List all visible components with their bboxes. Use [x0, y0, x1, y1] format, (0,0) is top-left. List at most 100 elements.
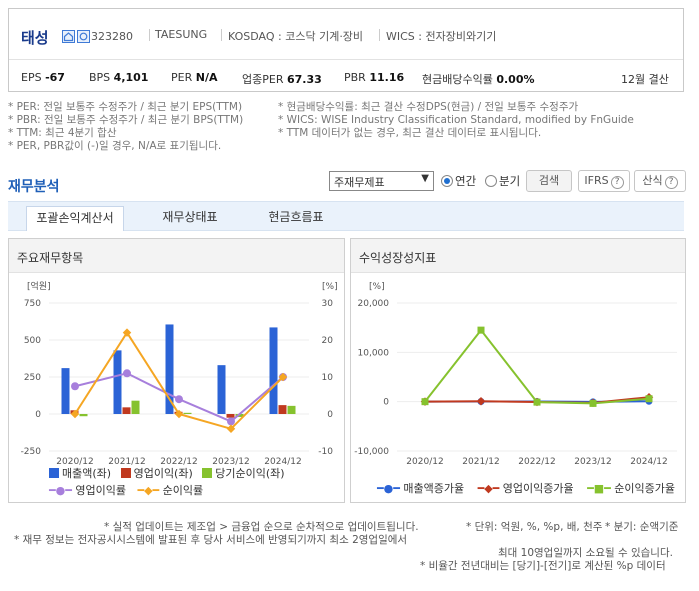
ifrs-button[interactable]: IFRS?	[578, 170, 630, 192]
legend-label: 영업이익증가율	[502, 482, 574, 495]
sector-per-metric: 업종PER 67.33	[242, 71, 322, 87]
y-right-tick-label: 10	[322, 373, 334, 383]
bar	[61, 368, 70, 414]
legend-label: 영업이익률	[75, 484, 126, 497]
legend-label: 당기순이익(좌)	[215, 467, 285, 480]
tab-balance-sheet[interactable]: 재무상태표	[138, 206, 242, 231]
line-point	[123, 369, 131, 378]
y-tick-label: 0	[383, 398, 389, 408]
series-line	[424, 328, 650, 405]
legend-label: 매출액증가율	[403, 482, 465, 495]
panel-title: 수익성장성지표	[351, 239, 685, 273]
legend-item: ━◆━ 순이익률	[137, 484, 203, 497]
swatch-op-margin: ━●━	[49, 484, 72, 497]
legend-item: ━◆━ 영업이익증가율	[478, 482, 574, 495]
right-axis-unit: [%]	[322, 282, 338, 292]
dividend-label: 현금배당수익률	[422, 73, 493, 86]
line-point	[71, 382, 79, 391]
y-tick-label: 20,000	[358, 299, 390, 309]
bar	[183, 412, 192, 414]
legend-item: 영업이익(좌)	[120, 467, 193, 480]
chart-legend: 매출액(좌) 영업이익(좌) 당기순이익(좌)	[49, 465, 285, 481]
help-icon: ?	[664, 176, 678, 189]
line-point	[476, 397, 486, 406]
per-metric: PER N/A	[171, 71, 217, 84]
eps-label: EPS	[21, 71, 42, 84]
help-icon: ?	[610, 176, 624, 189]
pbr-value: 11.16	[369, 71, 405, 84]
fiscal-month: 12월 결산	[621, 73, 669, 86]
panel-title: 주요재무항목	[9, 239, 344, 273]
bar	[278, 405, 287, 414]
x-tick-label: 2023/12	[574, 457, 611, 467]
home-icon[interactable]	[62, 30, 75, 43]
x-tick-label: 2024/12	[630, 457, 667, 467]
sector-per-value: 67.33	[286, 73, 322, 86]
x-tick-label: 2020/12	[406, 457, 443, 467]
annual-radio[interactable]	[441, 175, 453, 187]
legend-item: 당기순이익(좌)	[202, 467, 285, 480]
swatch-op-growth: ━◆━	[477, 482, 500, 495]
eps-metric: EPS -67	[21, 71, 65, 84]
x-tick-label: 2022/12	[518, 457, 555, 467]
y-tick-label: -250	[21, 447, 42, 457]
footer-unit-note: * 단위: 억원, %, %p, 배, 천주	[466, 521, 603, 533]
footer-note: * 재무 정보는 전자공시시스템에 발표된 후 당사 서비스에 반영되기까지 최…	[14, 534, 408, 546]
line-point	[477, 326, 485, 334]
notes-left: * PER: 전일 보통주 수정주가 / 최근 분기 EPS(TTM) * PB…	[8, 101, 243, 153]
note-na: * PER, PBR값이 (-)일 경우, N/A로 표기됩니다.	[8, 140, 222, 152]
company-header: 태성 323280 TAESUNG KOSDAQ : 코스닥 기계·장비 WIC…	[8, 8, 684, 92]
wics-info: WICS : 전자장비와기기	[386, 30, 497, 43]
per-value: N/A	[195, 71, 218, 84]
swatch-revenue	[49, 468, 59, 478]
english-name: TAESUNG	[155, 28, 208, 41]
left-axis-unit: [억원]	[27, 280, 51, 292]
tab-cash-flow[interactable]: 현금흐름표	[244, 206, 348, 231]
stock-code: 323280	[91, 30, 133, 43]
footer-quarter-note: * 분기: 순액기준	[605, 521, 679, 533]
tab-income-statement[interactable]: 포괄손익계산서	[26, 206, 124, 231]
quarter-label[interactable]: 분기	[499, 173, 520, 189]
x-tick-label: 2021/12	[462, 457, 499, 467]
disclosure-icon[interactable]	[77, 30, 90, 43]
search-button[interactable]: 검색	[526, 170, 572, 192]
dividend-value: 0.00%	[496, 73, 535, 86]
bps-metric: BPS 4,101	[89, 71, 148, 84]
y-tick-label: -10,000	[354, 447, 389, 457]
note-pbr: * PBR: 전일 보통주 수정주가 / 최근 분기 BPS(TTM)	[8, 114, 244, 126]
line-point	[589, 399, 597, 407]
divider	[9, 59, 683, 60]
divider	[379, 29, 380, 41]
note-wics: * WICS: WISE Industry Classification Sta…	[278, 114, 634, 126]
growth-indicators-chart: [%] -10,000 0 10,000 20,000 2020/12 2021/12 202…	[354, 282, 677, 467]
market-info: KOSDAQ : 코스닥 기계·장비	[228, 30, 364, 43]
pbr-metric: PBR 11.16	[344, 71, 404, 84]
per-label: PER	[171, 71, 193, 84]
formula-label: 산식	[642, 174, 663, 187]
note-ttm: * TTM: 최근 4분기 합산	[8, 127, 117, 139]
line-point	[227, 417, 235, 426]
growth-indicators-panel: 수익성장성지표 [%] -10,000 0 10,000 20,000 2020/12 20…	[350, 238, 686, 503]
divider	[221, 29, 222, 41]
bar	[122, 407, 131, 414]
line-point	[645, 395, 653, 403]
company-name: 태성	[21, 29, 49, 47]
footer-note: * 비율간 전년대비는 [당기]-[전기]로 계산된 %p 데이터	[420, 560, 666, 572]
swatch-net-income	[202, 468, 213, 478]
formula-button[interactable]: 산식?	[634, 170, 686, 192]
quarter-radio[interactable]	[485, 175, 497, 187]
y-right-tick-label: 0	[327, 410, 333, 420]
statement-select[interactable]: 주재무제표 ▼	[329, 171, 434, 191]
legend-item: 매출액(좌)	[49, 467, 111, 480]
swatch-net-margin: ━◆━	[137, 484, 160, 497]
y-tick-label: 750	[24, 299, 41, 309]
bar	[217, 365, 226, 414]
y-right-tick-label: 30	[322, 299, 334, 309]
annual-label[interactable]: 연간	[455, 173, 476, 189]
sector-per-label: 업종PER	[242, 73, 284, 86]
bps-label: BPS	[89, 71, 111, 84]
dividend-metric: 현금배당수익률 0.00%	[422, 71, 535, 87]
bar	[269, 327, 278, 414]
note-per: * PER: 전일 보통주 수정주가 / 최근 분기 EPS(TTM)	[8, 101, 243, 113]
bar	[226, 414, 235, 418]
